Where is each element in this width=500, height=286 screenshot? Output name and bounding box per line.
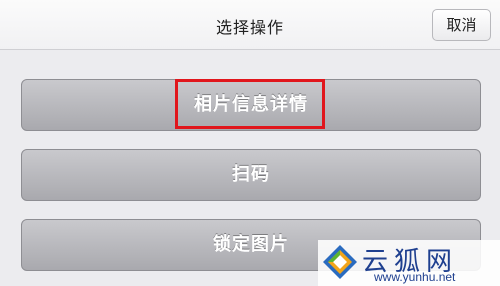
action-sheet-header: 选择操作 取消 <box>0 0 500 50</box>
highlight-annotation-box <box>175 79 325 129</box>
watermark: 云狐网 www.yunhu.net <box>318 240 500 286</box>
cancel-button[interactable]: 取消 <box>432 9 491 41</box>
scan-code-button[interactable]: 扫码 <box>21 149 481 201</box>
watermark-url: www.yunhu.net <box>374 270 456 284</box>
page-title: 选择操作 <box>215 18 284 37</box>
yunhu-logo-icon <box>323 245 357 279</box>
